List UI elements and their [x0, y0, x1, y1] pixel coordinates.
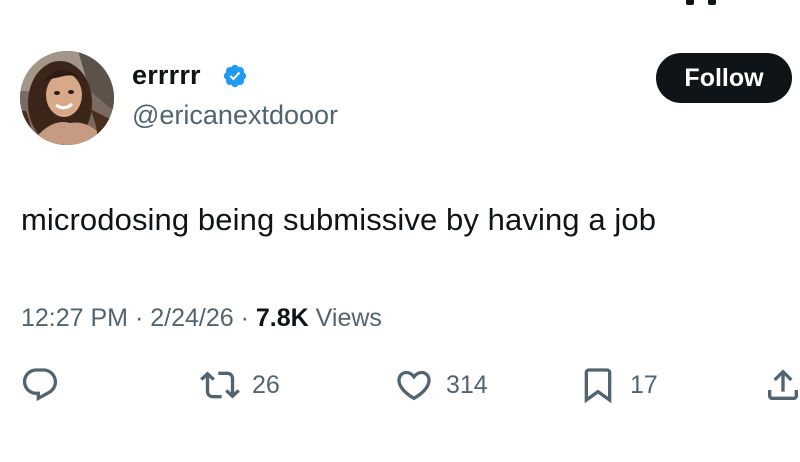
views-count: 7.8K	[255, 304, 309, 332]
share-button[interactable]	[766, 365, 800, 405]
bookmark-count: 17	[630, 371, 658, 399]
meta-separator: ·	[134, 304, 144, 332]
avatar[interactable]	[20, 51, 114, 145]
repost-icon	[200, 365, 240, 405]
heart-icon	[394, 365, 434, 405]
repost-button[interactable]: 26	[200, 365, 280, 405]
meta-separator: ·	[240, 304, 249, 332]
tweet-text: microdosing being submissive by having a…	[21, 202, 657, 237]
cropped-header-fragment	[686, 0, 726, 6]
like-button[interactable]: 314	[394, 365, 488, 405]
bookmark-button[interactable]: 17	[578, 365, 658, 405]
reply-icon	[20, 365, 60, 405]
share-icon	[766, 365, 800, 405]
repost-count: 26	[252, 371, 280, 399]
display-name[interactable]: errrrr	[132, 58, 201, 92]
follow-button[interactable]: Follow	[656, 53, 792, 103]
verified-badge-icon[interactable]	[222, 63, 248, 89]
views-label: Views	[315, 304, 382, 332]
tweet-date[interactable]: 2/24/26	[150, 304, 233, 332]
user-handle[interactable]: @ericanextdooor	[132, 98, 338, 132]
reply-button[interactable]	[20, 365, 60, 405]
tweet-time[interactable]: 12:27 PM	[21, 304, 128, 332]
like-count: 314	[446, 371, 488, 399]
tweet-meta: 12:27 PM · 2/24/26 · 7.8K Views	[21, 301, 382, 335]
bookmark-icon	[578, 365, 618, 405]
